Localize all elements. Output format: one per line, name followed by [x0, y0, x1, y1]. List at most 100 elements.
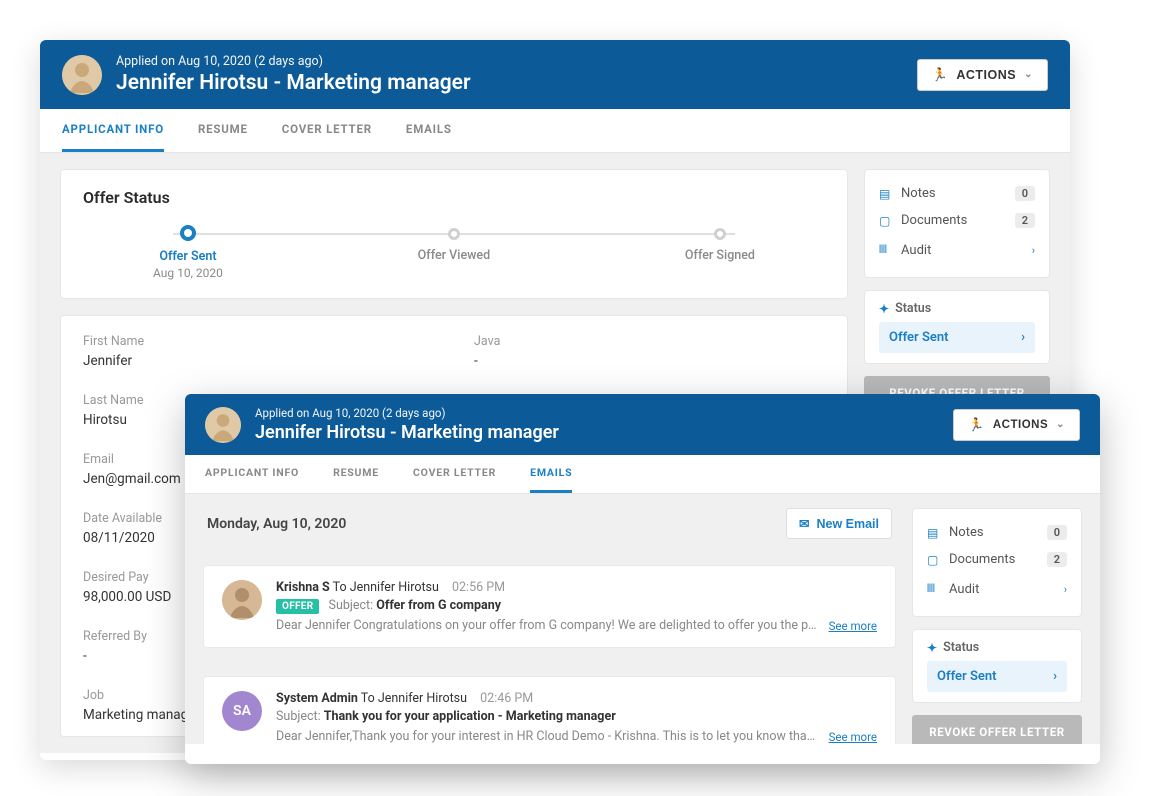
emails-window: Applied on Aug 10, 2020 (2 days ago) Jen…	[185, 394, 1100, 764]
tab-cover-letter[interactable]: COVER LETTER	[282, 109, 372, 152]
email-item[interactable]: Krishna S To Jennifer Hirotsu 02:56 PM O…	[203, 565, 896, 648]
tab-applicant-info[interactable]: APPLICANT INFO	[205, 455, 299, 493]
notes-link[interactable]: ▤ Notes 0	[927, 519, 1067, 546]
tab-emails[interactable]: EMAILS	[530, 455, 572, 493]
status-card: ✦ Status Offer Sent ›	[864, 290, 1050, 364]
documents-icon: ▢	[879, 214, 893, 228]
documents-link[interactable]: ▢ Documents 2	[927, 546, 1067, 573]
header: Applied on Aug 10, 2020 (2 days ago) Jen…	[40, 40, 1070, 109]
chevron-down-icon: ⌄	[1056, 419, 1065, 430]
step-offer-viewed: Offer Viewed	[418, 225, 490, 263]
email-sender: Krishna S	[276, 580, 330, 595]
field-label: First Name	[83, 334, 434, 349]
audit-icon: 𝍬	[879, 240, 893, 261]
revoke-button[interactable]: REVOKE OFFER LETTER	[912, 715, 1082, 744]
count-badge: 2	[1015, 213, 1035, 228]
field-java: Java -	[474, 334, 825, 369]
compose-icon: ✉	[799, 516, 809, 531]
tab-resume[interactable]: RESUME	[198, 109, 248, 152]
email-sender: System Admin	[276, 691, 358, 706]
notes-icon: ▤	[879, 187, 893, 201]
audit-icon: 𝍬	[927, 579, 941, 600]
subject-label: Subject:	[276, 709, 321, 724]
new-email-label: New Email	[816, 517, 879, 531]
status-head-label: Status	[943, 640, 979, 655]
emails-date-header: Monday, Aug 10, 2020	[207, 516, 786, 532]
email-body: System Admin To Jennifer Hirotsu 02:46 P…	[276, 691, 877, 744]
email-preview: Dear Jennifer Congratulations on your of…	[276, 618, 877, 633]
step-circle-icon	[714, 228, 726, 240]
chevron-down-icon: ⌄	[1024, 69, 1033, 80]
notes-link[interactable]: ▤ Notes 0	[879, 180, 1035, 207]
step-label: Offer Viewed	[418, 248, 490, 263]
actions-button[interactable]: 🏃 ACTIONS ⌄	[953, 409, 1080, 441]
side-label: Documents	[901, 213, 1007, 228]
status-icon: ✦	[927, 641, 937, 655]
email-avatar: SA	[222, 691, 262, 731]
email-recipient: Jennifer Hirotsu	[378, 691, 467, 706]
status-chip[interactable]: Offer Sent ›	[927, 661, 1067, 692]
running-icon: 🏃	[968, 417, 985, 433]
offer-stepper: Offer Sent Aug 10, 2020 Offer Viewed Off…	[83, 225, 825, 280]
side-label: Audit	[949, 582, 1056, 597]
email-preview: Dear Jennifer,Thank you for your interes…	[276, 729, 877, 744]
status-chip[interactable]: Offer Sent ›	[879, 322, 1035, 353]
step-date: Aug 10, 2020	[153, 266, 223, 280]
step-circle-icon	[180, 225, 196, 241]
offer-status-card: Offer Status Offer Sent Aug 10, 2020 Off…	[60, 169, 848, 299]
notes-icon: ▤	[927, 526, 941, 540]
count-badge: 0	[1015, 186, 1035, 201]
side-links-card: ▤ Notes 0 ▢ Documents 2 𝍬 Audit ›	[864, 169, 1050, 278]
email-item[interactable]: SA System Admin To Jennifer Hirotsu 02:4…	[203, 676, 896, 744]
header-text: Applied on Aug 10, 2020 (2 days ago) Jen…	[116, 54, 903, 95]
status-icon: ✦	[879, 302, 889, 316]
step-label: Offer Sent	[153, 249, 223, 264]
email-avatar	[222, 580, 262, 620]
subject-text: Offer from G company	[376, 598, 501, 613]
subject-label: Subject:	[329, 598, 374, 613]
status-value: Offer Sent	[889, 330, 949, 345]
tab-resume[interactable]: RESUME	[333, 455, 379, 493]
running-icon: 🏃	[932, 67, 949, 83]
documents-link[interactable]: ▢ Documents 2	[879, 207, 1035, 234]
new-email-button[interactable]: ✉ New Email	[786, 508, 892, 539]
avatar-initials: SA	[233, 703, 251, 719]
email-body: Krishna S To Jennifer Hirotsu 02:56 PM O…	[276, 580, 877, 633]
step-offer-signed: Offer Signed	[685, 225, 755, 263]
see-more-link[interactable]: See more	[829, 619, 877, 633]
side-links-card: ▤ Notes 0 ▢ Documents 2 𝍬 Audit ›	[912, 508, 1082, 617]
page-title: Jennifer Hirotsu - Marketing manager	[116, 71, 903, 95]
step-label: Offer Signed	[685, 248, 755, 263]
actions-label: ACTIONS	[956, 68, 1016, 82]
body: Monday, Aug 10, 2020 ✉ New Email Krishna…	[185, 494, 1100, 744]
tab-cover-letter[interactable]: COVER LETTER	[413, 455, 496, 493]
applied-date: Applied on Aug 10, 2020 (2 days ago)	[255, 406, 939, 420]
field-first-name: First Name Jennifer	[83, 334, 434, 369]
see-more-link[interactable]: See more	[829, 730, 877, 744]
tabs: APPLICANT INFO RESUME COVER LETTER EMAIL…	[40, 109, 1070, 153]
side-label: Notes	[901, 186, 1007, 201]
status-head: ✦ Status	[927, 640, 1067, 655]
tab-emails[interactable]: EMAILS	[406, 109, 452, 152]
tab-applicant-info[interactable]: APPLICANT INFO	[62, 109, 164, 152]
subject-text: Thank you for your application - Marketi…	[324, 709, 616, 724]
email-meta: Krishna S To Jennifer Hirotsu 02:56 PM	[276, 580, 877, 595]
tabs: APPLICANT INFO RESUME COVER LETTER EMAIL…	[185, 455, 1100, 494]
email-to-prefix: To	[333, 580, 347, 595]
status-head-label: Status	[895, 301, 931, 316]
preview-text: Dear Jennifer Congratulations on your of…	[276, 618, 817, 633]
status-head: ✦ Status	[879, 301, 1035, 316]
side-label: Notes	[949, 525, 1039, 540]
count-badge: 0	[1047, 525, 1067, 540]
side-column: ▤ Notes 0 ▢ Documents 2 𝍬 Audit › ✦	[912, 508, 1082, 730]
audit-link[interactable]: 𝍬 Audit ›	[927, 573, 1067, 606]
audit-link[interactable]: 𝍬 Audit ›	[879, 234, 1035, 267]
offer-status-title: Offer Status	[83, 188, 825, 207]
avatar	[205, 407, 241, 443]
actions-button[interactable]: 🏃 ACTIONS ⌄	[917, 59, 1048, 91]
chevron-right-icon: ›	[1032, 244, 1035, 257]
applied-date: Applied on Aug 10, 2020 (2 days ago)	[116, 54, 903, 69]
actions-label: ACTIONS	[993, 419, 1048, 431]
field-value: -	[474, 353, 825, 369]
emails-head: Monday, Aug 10, 2020 ✉ New Email	[203, 508, 896, 549]
